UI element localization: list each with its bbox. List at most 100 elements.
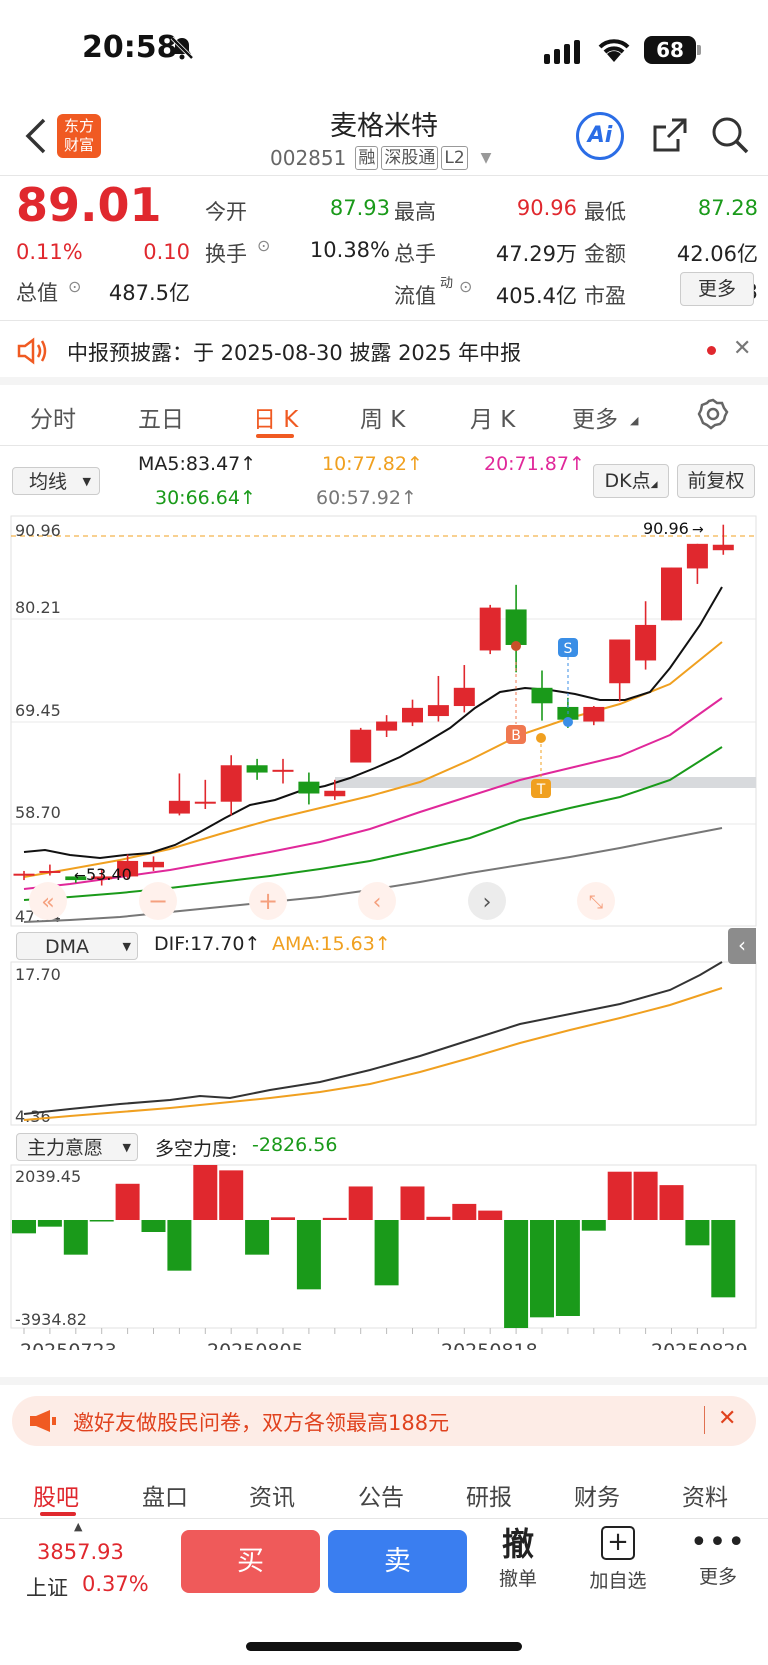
- more-quote-button[interactable]: 更多: [680, 272, 754, 306]
- flow-bar: [452, 1203, 477, 1220]
- dk-point-button[interactable]: DK点◢: [593, 464, 669, 498]
- flow-bar: [685, 1220, 710, 1246]
- index-change: 0.37%: [82, 1572, 149, 1596]
- flow-bar: [167, 1220, 192, 1271]
- x-tick-label: 20250818: [441, 1340, 538, 1350]
- tab-more[interactable]: 更多: [572, 400, 618, 434]
- stat-value-open: 87.93: [329, 196, 390, 220]
- tab-daily-k[interactable]: 日 K: [253, 400, 298, 434]
- dma-y-tick: 17.70: [15, 965, 61, 984]
- candle-body: [298, 781, 320, 794]
- candle-body: [272, 769, 294, 772]
- add-watchlist-button[interactable]: + 加自选: [580, 1526, 656, 1593]
- settings-gear-icon[interactable]: [697, 398, 729, 434]
- tab-active-indicator: [256, 434, 294, 438]
- dma-selector[interactable]: DMA ▼: [16, 932, 138, 960]
- x-tick-label: 20250723: [20, 1340, 117, 1350]
- tab-forum[interactable]: 股吧: [33, 1478, 79, 1512]
- flow-bar: [478, 1210, 503, 1220]
- flow-bar: [115, 1183, 140, 1220]
- info-icon[interactable]: ⊙: [257, 236, 270, 255]
- caret-down-icon[interactable]: ▼: [481, 150, 492, 166]
- zoom-in-button[interactable]: +: [249, 882, 287, 920]
- scroll-right-button[interactable]: ›: [468, 882, 506, 920]
- buy-marker-label: B: [511, 728, 521, 744]
- candle-body: [479, 607, 501, 651]
- flow-bar: [400, 1186, 425, 1220]
- candle-body: [712, 544, 734, 551]
- cancel-order-button[interactable]: 撤 撤单: [488, 1524, 548, 1591]
- sell-button[interactable]: 卖: [328, 1530, 467, 1593]
- stock-code: 002851: [270, 146, 347, 170]
- tab-weekly-k[interactable]: 周 K: [360, 400, 405, 434]
- minus-icon: −: [148, 887, 168, 915]
- promo-text[interactable]: 邀好友做股民问卷，双方各领最高188元: [73, 1407, 449, 1437]
- wifi-icon: [596, 36, 632, 68]
- mute-icon: [168, 34, 196, 66]
- high-price-label: 90.96: [643, 519, 689, 538]
- candle-body: [376, 721, 398, 731]
- notice-text[interactable]: 中报预披露：于 2025-08-30 披露 2025 年中报: [67, 337, 521, 367]
- tab-financials[interactable]: 财务: [574, 1478, 620, 1512]
- x-tick-label: 20250829: [651, 1340, 748, 1350]
- candle-body: [453, 687, 475, 707]
- marker-dot: [511, 641, 521, 651]
- share-icon[interactable]: [650, 115, 690, 159]
- flow-bar: [37, 1220, 62, 1227]
- forward-adjust-button[interactable]: 前复权: [677, 464, 755, 498]
- more-menu-button[interactable]: ••• 更多: [688, 1524, 748, 1589]
- tab-five-day[interactable]: 五日: [138, 400, 184, 434]
- zoom-out-fast-button[interactable]: «: [29, 882, 67, 920]
- flow-bar: [555, 1220, 580, 1316]
- candle-body: [246, 765, 268, 773]
- tab-intraday[interactable]: 分时: [30, 400, 76, 434]
- ma60-label: 60:57.92↑: [316, 487, 417, 509]
- megaphone-icon: [28, 1408, 58, 1438]
- tab-order-book[interactable]: 盘口: [142, 1478, 188, 1512]
- unread-dot: [707, 346, 716, 355]
- tab-monthly-k[interactable]: 月 K: [470, 400, 515, 434]
- info-icon[interactable]: ⊙: [68, 277, 81, 296]
- tab-research[interactable]: 研报: [466, 1478, 512, 1512]
- flow-bar: [63, 1220, 88, 1255]
- marker-dot: [536, 733, 546, 743]
- stat-label-volume: 总手: [394, 242, 436, 266]
- long-short-label: 多空力度:: [155, 1138, 238, 1160]
- scroll-left-button[interactable]: ‹: [358, 882, 396, 920]
- candle-body: [168, 800, 190, 814]
- close-promo-icon[interactable]: ✕: [718, 1406, 736, 1431]
- status-time: 20:58: [82, 30, 178, 65]
- x-tick-label: 20250805: [207, 1340, 304, 1350]
- flow-bar: [374, 1220, 399, 1286]
- candles-group: [13, 524, 734, 886]
- stat-value-float-value: 405.4亿: [495, 284, 577, 308]
- tab-announcements[interactable]: 公告: [358, 1478, 404, 1512]
- index-value[interactable]: 3857.93: [37, 1540, 124, 1564]
- dma-ama-line: [23, 987, 723, 1121]
- zoom-out-button[interactable]: −: [139, 882, 177, 920]
- search-icon[interactable]: [710, 115, 750, 159]
- main-force-selector[interactable]: 主力意愿 ▼: [16, 1133, 138, 1161]
- low-price-label: 53.40: [86, 865, 132, 884]
- close-notice-icon[interactable]: ✕: [733, 336, 751, 361]
- candle-body: [194, 801, 216, 804]
- fullscreen-button[interactable]: ⤡: [577, 882, 615, 920]
- tab-news[interactable]: 资讯: [249, 1478, 295, 1512]
- ma-selector[interactable]: 均线 ▼: [12, 467, 100, 495]
- info-icon[interactable]: ⊙: [459, 277, 472, 296]
- t-marker-label: T: [536, 782, 546, 798]
- collapse-panel-button[interactable]: ‹: [728, 928, 756, 964]
- long-short-value: -2826.56: [252, 1134, 338, 1156]
- candle-body: [39, 870, 61, 873]
- flow-bar: [89, 1220, 114, 1222]
- kline-chart[interactable]: 90.96 80.21 69.45 58.70 47.94 90.96 → 53…: [0, 510, 768, 1350]
- stat-label-turnover: 换手: [205, 242, 247, 266]
- buy-button[interactable]: 买: [181, 1530, 320, 1593]
- candle-body: [220, 765, 242, 802]
- ai-button[interactable]: Ai: [576, 112, 624, 160]
- tab-profile[interactable]: 资料: [682, 1478, 728, 1512]
- stat-label-low: 最低: [584, 200, 626, 224]
- ellipsis-icon: •••: [689, 1525, 747, 1560]
- flow-bar: [581, 1220, 606, 1231]
- flow-bar: [530, 1220, 554, 1318]
